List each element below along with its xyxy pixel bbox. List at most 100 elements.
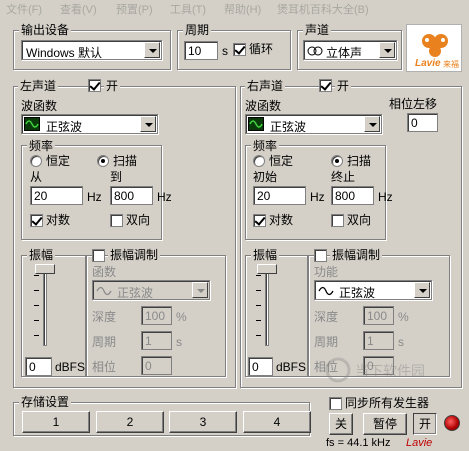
status-led-icon	[444, 415, 460, 431]
left-amplitude-input[interactable]: 0	[25, 357, 52, 376]
right-from-input[interactable]: 20	[253, 186, 306, 205]
left-modulation-label: 振幅调制	[108, 248, 161, 262]
right-depth-label: 深度	[314, 310, 339, 324]
right-channel-title: 右声道	[245, 79, 286, 93]
storage-slot-2-button[interactable]: 2	[96, 411, 164, 433]
on-button[interactable]: 开	[413, 413, 437, 435]
right-bidir-checkbox[interactable]	[331, 214, 344, 227]
left-to-input[interactable]: 800	[110, 186, 153, 205]
logo-text: Lavie	[415, 58, 441, 69]
left-frequency-label: 频率	[27, 139, 56, 153]
right-period-input[interactable]: 1	[363, 331, 394, 350]
period-unit: s	[222, 44, 228, 58]
left-amplitude-label: 振幅	[27, 248, 56, 262]
menu-file[interactable]: 文件(F)	[6, 1, 42, 17]
right-log-checkbox[interactable]	[253, 214, 266, 227]
right-waveform-select[interactable]: 正弦波	[245, 114, 382, 134]
left-waveform-label: 波函数	[21, 99, 58, 113]
right-phase-shift-input[interactable]: 0	[407, 113, 438, 132]
channel-label: 声道	[303, 23, 332, 37]
right-fixed-radio[interactable]	[253, 155, 265, 167]
right-to-label: 终止	[331, 170, 356, 184]
menu-tools[interactable]: 工具(T)	[170, 1, 206, 17]
left-depth-input[interactable]: 100	[141, 306, 172, 325]
left-phase-label: 相位	[92, 360, 117, 374]
left-channel-title: 左声道	[18, 79, 59, 93]
right-amplitude-track	[265, 269, 269, 346]
right-func-select[interactable]: 正弦波	[314, 280, 432, 300]
left-log-checkbox[interactable]	[30, 214, 43, 227]
chevron-down-icon	[192, 282, 208, 298]
sine-wave-icon	[96, 285, 112, 299]
output-device-select[interactable]: Windows 默认	[21, 40, 162, 60]
menu-headphone-wiki[interactable]: 煲耳机百科大全(B)	[277, 1, 369, 17]
left-on-label: 开	[104, 79, 121, 93]
right-period-label: 周期	[314, 335, 339, 349]
left-from-input[interactable]: 20	[30, 186, 83, 205]
left-sweep-label: 扫描	[113, 154, 138, 168]
right-on-checkbox[interactable]	[319, 79, 332, 92]
right-from-label: 初始	[253, 170, 278, 184]
right-period-unit: s	[398, 335, 404, 349]
left-amplitude-slider[interactable]	[35, 264, 55, 274]
storage-label: 存储设置	[19, 395, 72, 409]
chevron-down-icon	[364, 116, 380, 132]
right-to-input[interactable]: 800	[331, 186, 374, 205]
left-depth-unit: %	[176, 310, 187, 324]
left-waveform-select[interactable]: 正弦波	[21, 114, 158, 134]
off-button[interactable]: 关	[329, 413, 353, 435]
channel-mode-value: 立体声	[326, 46, 363, 60]
right-modulation-label: 振幅调制	[330, 248, 383, 262]
left-phase-input[interactable]: 0	[141, 356, 172, 375]
menu-preset[interactable]: 预置(P)	[116, 1, 153, 17]
pause-button[interactable]: 暂停	[363, 413, 407, 435]
storage-slot-3-button[interactable]: 3	[169, 411, 237, 433]
chevron-down-icon	[414, 282, 430, 298]
stereo-icon	[307, 45, 323, 56]
right-log-label: 对数	[269, 213, 294, 227]
left-bidir-checkbox[interactable]	[110, 214, 123, 227]
sync-checkbox[interactable]	[329, 397, 342, 410]
right-sweep-radio[interactable]	[331, 155, 343, 167]
storage-slot-1-button[interactable]: 1	[22, 411, 90, 433]
right-from-unit: Hz	[310, 190, 325, 204]
left-to-unit: Hz	[157, 190, 172, 204]
lavie-logo: Lavie 来福	[406, 24, 462, 72]
sine-wave-icon	[248, 117, 264, 131]
left-period-input[interactable]: 1	[141, 331, 172, 350]
logo-subtext: 来福	[443, 60, 459, 69]
channel-mode-select[interactable]: 立体声	[303, 40, 397, 60]
left-period-label: 周期	[92, 335, 117, 349]
menu-view[interactable]: 查看(V)	[60, 1, 97, 17]
right-frequency-label: 频率	[251, 139, 280, 153]
left-fixed-label: 恒定	[46, 154, 71, 168]
left-from-unit: Hz	[87, 190, 102, 204]
right-func-label: 功能	[314, 265, 339, 279]
watermark-text: 当下软件园	[355, 363, 425, 379]
right-amplitude-slider[interactable]	[257, 264, 277, 274]
left-fixed-radio[interactable]	[30, 155, 42, 167]
menu-bar: 文件(F) 查看(V) 预置(P) 工具(T) 帮助(H) 煲耳机百科大全(B)	[0, 0, 469, 16]
right-depth-input[interactable]: 100	[363, 306, 394, 325]
storage-slot-4-button[interactable]: 4	[243, 411, 311, 433]
right-on-label: 开	[335, 79, 352, 93]
watermark-brand: Lavie	[406, 437, 433, 449]
sample-rate-status: fs = 44.1 kHz	[326, 437, 391, 449]
menu-help[interactable]: 帮助(H)	[224, 1, 261, 17]
period-input[interactable]: 10	[184, 41, 218, 60]
right-to-unit: Hz	[378, 190, 393, 204]
output-device-value: Windows 默认	[26, 46, 103, 60]
chevron-down-icon	[140, 116, 156, 132]
sine-wave-icon	[24, 117, 40, 131]
left-on-checkbox[interactable]	[88, 79, 101, 92]
left-modulation-checkbox[interactable]	[92, 249, 105, 262]
watermark: 当下软件园	[325, 355, 455, 385]
left-func-select[interactable]: 正弦波	[92, 280, 210, 300]
left-depth-label: 深度	[92, 310, 117, 324]
left-period-unit: s	[176, 335, 182, 349]
left-sweep-radio[interactable]	[97, 155, 109, 167]
right-sweep-label: 扫描	[347, 154, 372, 168]
right-amplitude-input[interactable]: 0	[248, 357, 273, 376]
right-modulation-checkbox[interactable]	[314, 249, 327, 262]
loop-checkbox[interactable]	[233, 43, 246, 56]
